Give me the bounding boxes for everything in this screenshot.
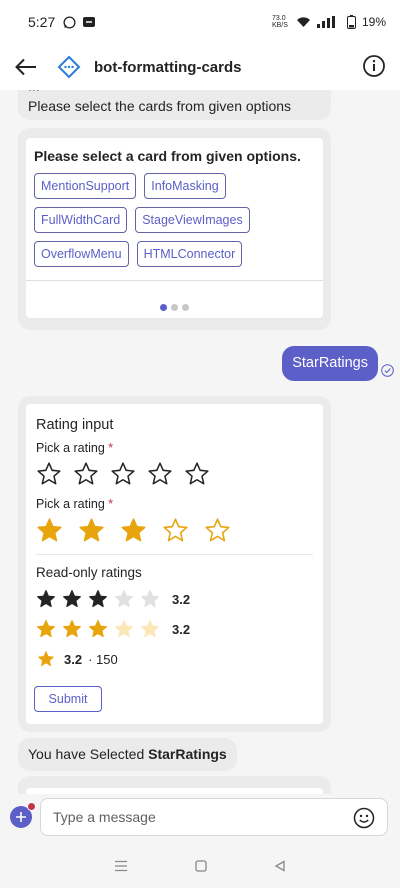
add-button[interactable] [10, 802, 36, 828]
notification-icon [83, 17, 96, 27]
selected-prefix: You have Selected [28, 746, 145, 762]
star-filled-icon [89, 590, 107, 608]
sent-message: StarRatings [282, 346, 378, 381]
system-nav-bar [0, 844, 400, 888]
star-empty-icon [115, 620, 133, 638]
star-outline-icon[interactable] [110, 461, 136, 487]
options-card-message: Please select a card from given options.… [18, 128, 331, 330]
net-speed: 73.0 KB/S [271, 15, 288, 29]
message-input[interactable]: Type a message [40, 798, 388, 836]
emoji-icon[interactable] [353, 807, 375, 829]
selected-message: You have Selected StarRatings [18, 738, 237, 771]
back-nav-icon[interactable] [274, 860, 286, 872]
intro-line-1: ... [28, 90, 321, 96]
rating-input-2[interactable] [36, 517, 313, 544]
star-filled-icon [37, 650, 55, 667]
rating-card: Rating input Pick a rating * Pick a rati… [26, 404, 323, 724]
star-filled-icon [63, 590, 81, 608]
rating-separator [36, 554, 313, 555]
next-card-peek [18, 776, 331, 794]
readonly-rating-gold: 3.2 [36, 618, 313, 640]
star-filled-icon[interactable] [120, 517, 147, 544]
readonly-rating-dark: 3.2 [36, 588, 313, 610]
carousel-dots[interactable] [26, 304, 323, 311]
option-mention-support[interactable]: MentionSupport [34, 173, 137, 199]
selected-value: StarRatings [148, 746, 227, 762]
signal-icon [316, 16, 335, 28]
chat-title: bot-formatting-cards [94, 58, 242, 76]
back-button[interactable] [12, 53, 40, 81]
star-outline-icon[interactable] [184, 461, 210, 487]
star-filled-icon[interactable] [36, 517, 63, 544]
star-outline-icon[interactable] [162, 517, 189, 544]
card-divider [26, 280, 323, 281]
compact-rating-count: · 150 [88, 651, 118, 667]
home-icon[interactable] [195, 860, 207, 872]
menu-icon[interactable] [114, 860, 128, 872]
option-full-width-card[interactable]: FullWidthCard [34, 207, 128, 233]
diamond-code-icon [57, 55, 81, 79]
option-buttons: MentionSupport InfoMasking FullWidthCard… [34, 173, 315, 267]
delivered-check-icon [381, 364, 394, 377]
wifi-icon [296, 17, 310, 27]
intro-line-2: Please select the cards from given optio… [28, 98, 292, 114]
carousel-dot-3[interactable] [182, 304, 189, 311]
app-header: bot-formatting-cards [0, 44, 400, 90]
options-card: Please select a card from given options.… [26, 138, 323, 318]
info-button[interactable] [362, 54, 388, 80]
readonly-rating-gold-value: 3.2 [172, 621, 191, 637]
pick-rating-label-2: Pick a rating * [36, 497, 114, 511]
bot-app-icon [56, 54, 82, 80]
submit-button[interactable]: Submit [34, 686, 102, 712]
rating-heading: Rating input [36, 417, 114, 433]
option-overflow-menu[interactable]: OverflowMenu [34, 241, 129, 267]
composer: Type a message [0, 794, 400, 844]
carousel-dot-1[interactable] [160, 304, 167, 311]
compact-rating-value: 3.2 [64, 651, 83, 667]
status-time: 5:27 [28, 14, 56, 30]
arrow-left-icon [15, 58, 36, 76]
message-placeholder: Type a message [53, 809, 156, 825]
rating-input-1[interactable] [36, 461, 313, 487]
star-empty-icon [141, 590, 159, 608]
chat-area[interactable]: ... Please select the cards from given o… [0, 90, 400, 794]
whatsapp-icon [63, 15, 76, 29]
star-outline-icon[interactable] [147, 461, 173, 487]
plus-icon [16, 812, 26, 822]
readonly-rating-compact: 3.2 · 150 [36, 648, 313, 670]
star-empty-icon [141, 620, 159, 638]
rating-card-message: Rating input Pick a rating * Pick a rati… [18, 396, 331, 732]
notification-dot [27, 802, 36, 811]
star-filled-icon [37, 590, 55, 608]
star-empty-icon [115, 590, 133, 608]
battery-icon [346, 15, 356, 29]
star-filled-icon[interactable] [78, 517, 105, 544]
option-stage-view-images[interactable]: StageViewImages [135, 207, 250, 233]
star-outline-icon[interactable] [73, 461, 99, 487]
intro-message: ... Please select the cards from given o… [18, 90, 331, 120]
star-filled-icon [89, 620, 107, 638]
readonly-rating-dark-value: 3.2 [172, 591, 191, 607]
option-info-masking[interactable]: InfoMasking [144, 173, 226, 199]
star-outline-icon[interactable] [204, 517, 231, 544]
star-outline-icon[interactable] [36, 461, 62, 487]
star-filled-icon [63, 620, 81, 638]
battery-percent: 19% [361, 15, 386, 29]
carousel-dot-2[interactable] [171, 304, 178, 311]
status-bar: 5:27 73.0 KB/S 19% [0, 0, 400, 44]
info-icon [363, 55, 385, 77]
option-html-connector[interactable]: HTMLConnector [136, 241, 243, 267]
readonly-heading: Read-only ratings [36, 565, 142, 580]
options-card-title: Please select a card from given options. [34, 148, 301, 164]
star-filled-icon [37, 620, 55, 638]
pick-rating-label-1: Pick a rating * [36, 441, 114, 455]
